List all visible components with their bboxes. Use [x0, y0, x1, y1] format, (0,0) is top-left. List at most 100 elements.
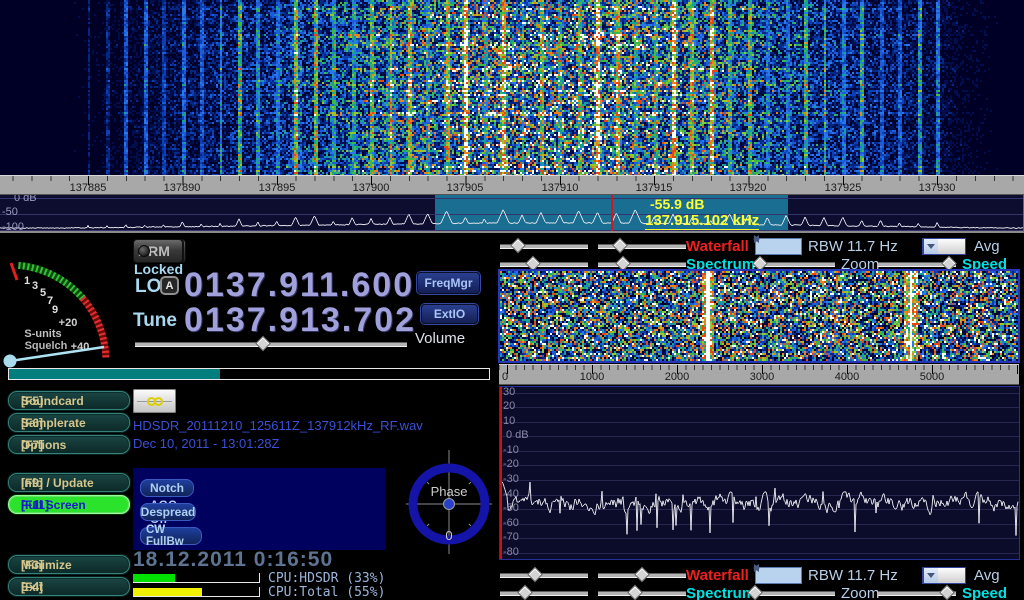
slider-thumb[interactable]: [634, 567, 650, 583]
mode-button-row: AM ECSS FM LSB USB CW DRM: [133, 239, 491, 263]
cpu-total-text: CPU:Total (55%): [268, 585, 385, 600]
tune-label: Tune: [133, 310, 177, 332]
cpu-total-bar: [133, 587, 260, 597]
info-update-button[interactable]: Info / Update[F9]: [8, 473, 130, 492]
db-axis-label: -70: [503, 531, 519, 543]
slider-thumb[interactable]: [527, 567, 543, 583]
db-axis-label: -80: [503, 546, 519, 558]
db-axis-label: -60: [503, 517, 519, 529]
waterfall-contrast-slider[interactable]: [598, 240, 686, 252]
spectrum-tab-label-2[interactable]: Spectrum: [686, 585, 755, 600]
axis-tick-label: 2000: [665, 371, 689, 383]
axis-tick-label: 3000: [750, 371, 774, 383]
full-screen-button[interactable]: Full Screen[F11]: [8, 495, 130, 514]
main-frequency-scale[interactable]: 137885 137890 137895 137900 137905 13791…: [0, 175, 1024, 195]
waterfall-tab-label-2[interactable]: Waterfall: [686, 567, 749, 584]
slider-thumb[interactable]: [612, 238, 628, 254]
slider-thumb[interactable]: [627, 585, 643, 600]
avg-label-2: Avg: [974, 567, 1000, 584]
db-axis-label: -30: [503, 473, 519, 485]
slider-thumb[interactable]: [510, 238, 526, 254]
slider-thumb[interactable]: [255, 336, 271, 352]
button-hotkey: [F6]: [21, 416, 43, 430]
waterfall-contrast-slider-2[interactable]: [598, 569, 686, 581]
minimize-button[interactable]: Minimize[F3]: [8, 555, 130, 574]
audio-frequency-scale[interactable]: 0 1000 2000 3000 4000 5000: [499, 364, 1019, 385]
cw-fullbw-button[interactable]: CW FullBw: [140, 527, 202, 545]
playback-progress-fill: [9, 369, 220, 379]
db-axis-label: 30: [503, 386, 515, 398]
axis-tick-label: 5000: [920, 371, 944, 383]
despread-button[interactable]: Despread: [140, 503, 196, 521]
clock-display: 18.12.2011 0:16:50: [133, 548, 333, 572]
playback-controls: [133, 389, 403, 413]
recording-timestamp: Dec 10, 2011 - 13:01:28Z: [133, 436, 279, 451]
overview-spectrum-trace: [0, 195, 1024, 233]
phase-center-dot: [444, 499, 455, 510]
phase-indicator[interactable]: Phase 0: [406, 450, 492, 554]
speed-slider-2[interactable]: [878, 587, 956, 599]
tune-frequency-display[interactable]: 0137.913.702: [184, 303, 416, 337]
band-spinner[interactable]: [755, 238, 802, 255]
db-axis-label: -50: [2, 206, 18, 218]
scale-tick-label: 137925: [825, 182, 862, 194]
audio-spectrum-display[interactable]: 30 20 10 0 dB -10 -20 -30 -40 -50 -60 -7…: [499, 386, 1020, 560]
playback-progress-bar[interactable]: [8, 368, 490, 380]
band-spinner-2[interactable]: [755, 567, 802, 584]
button-hotkey: [F3]: [21, 558, 43, 572]
options-button[interactable]: Options[F7]: [8, 435, 130, 454]
volume-slider[interactable]: [135, 338, 407, 350]
overview-spectrum-display[interactable]: 0 dB -50 -100 -55.9 dB 137.915.102 kHz: [0, 195, 1024, 233]
button-hotkey: [F4]: [21, 580, 43, 594]
lo-auto-badge[interactable]: A: [160, 276, 179, 295]
samplerate-button[interactable]: Samplerate[F6]: [8, 413, 130, 432]
hdsdr-main-window: 137885 137890 137895 137900 137905 13791…: [0, 0, 1024, 600]
button-hotkey: [F9]: [21, 476, 43, 490]
waterfall-tab-label[interactable]: Waterfall: [686, 238, 749, 255]
recording-filename: HDSDR_20111210_125611Z_137912kHz_RF.wav: [133, 418, 423, 433]
smeter-units-label: S-units: [24, 328, 61, 340]
spectrum-edge-cursor: [500, 387, 502, 559]
slider-thumb[interactable]: [517, 585, 533, 600]
avg-dropdown-2[interactable]: 1: [922, 567, 966, 584]
audio-waterfall-display[interactable]: [500, 271, 1018, 361]
db-axis-label: -20: [503, 458, 519, 470]
db-axis-label: 0 dB: [14, 195, 37, 204]
waterfall-brightness-slider[interactable]: [500, 240, 588, 252]
lo-frequency-display[interactable]: 0137.911.600: [184, 268, 414, 302]
tune-cursor-line[interactable]: [611, 195, 613, 233]
scale-tick-label: 137930: [919, 182, 956, 194]
speed-label-2: Speed: [962, 585, 1007, 600]
axis-tick-label: 0: [502, 371, 508, 383]
s-meter: 1 3 5 7 9 +20 +40 S-units Squelch: [0, 238, 130, 388]
freqmgr-button[interactable]: FreqMgr: [417, 272, 480, 294]
spectrum-ref-slider-2[interactable]: [500, 587, 588, 599]
lo-label: LO: [135, 276, 161, 298]
chevron-down-icon[interactable]: [923, 239, 938, 254]
main-waterfall-display[interactable]: [0, 0, 1024, 175]
loop-button[interactable]: [133, 389, 176, 413]
soundcard-button[interactable]: Soundcard[F5]: [8, 391, 130, 410]
waterfall-brightness-slider-2[interactable]: [500, 569, 588, 581]
rbw-label: RBW 11.7 Hz: [808, 238, 898, 255]
mode-drm-button[interactable]: DRM: [133, 239, 183, 263]
db-axis-label: -50: [503, 502, 519, 514]
squelch-marker[interactable]: [11, 263, 17, 280]
zoom-label-2: Zoom: [841, 585, 879, 600]
exit-button[interactable]: Exit[F4]: [8, 577, 130, 596]
cursor-frequency-readout: 137.915.102 kHz: [645, 212, 759, 230]
notch-button[interactable]: Notch: [140, 479, 194, 497]
dsp-panel: NR NB Notch Mute AGC Off Despread CW ZAP…: [133, 468, 385, 550]
scale-tick-label: 137895: [259, 182, 296, 194]
zoom-slider-2[interactable]: [753, 587, 835, 599]
spectrum-range-slider-2[interactable]: [598, 587, 686, 599]
avg-dropdown[interactable]: 1: [922, 238, 966, 255]
smeter-tick-label: 1: [24, 275, 30, 287]
rbw-label-2: RBW 11.7 Hz: [808, 567, 898, 584]
slider-thumb[interactable]: [939, 585, 955, 600]
extio-button[interactable]: ExtIO: [421, 304, 478, 324]
scale-tick-label: 137900: [353, 182, 390, 194]
avg-label: Avg: [974, 238, 1000, 255]
chevron-down-icon[interactable]: [923, 568, 938, 583]
axis-tick-label: 1000: [580, 371, 604, 383]
